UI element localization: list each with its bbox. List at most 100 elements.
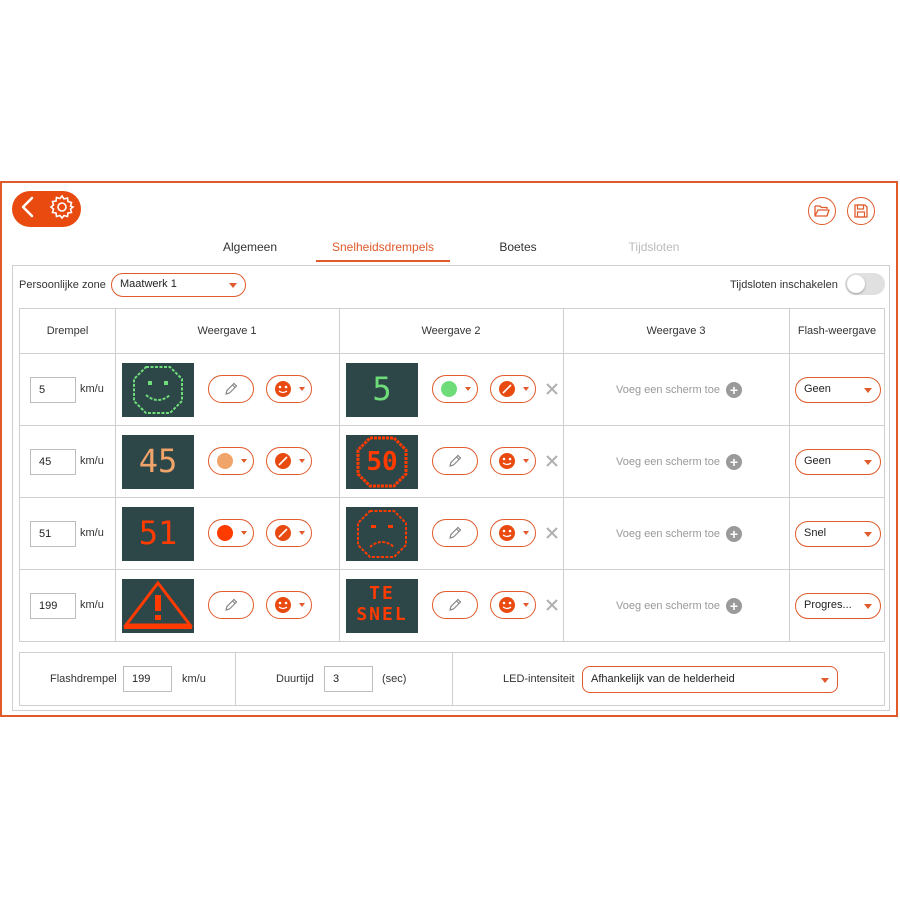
edit-pencil-icon [449, 598, 462, 611]
flash-threshold-label: Flashdrempel [50, 673, 117, 685]
warning-triangle-icon [122, 580, 194, 629]
edit-screen-button[interactable] [432, 519, 478, 547]
column-header-weergave-2: Weergave 2 [421, 325, 481, 337]
screen-text-line-1: TE [369, 583, 395, 604]
duration-label: Duurtijd [276, 673, 314, 685]
edit-pencil-icon [449, 526, 462, 539]
save-icon [854, 204, 868, 218]
timeslots-label: Tijdsloten inschakelen [730, 279, 838, 291]
open-file-button[interactable] [808, 197, 836, 225]
display-screen-text[interactable]: 5 [346, 363, 418, 417]
display-screen-smiley[interactable] [122, 363, 194, 417]
slash-icon [499, 381, 515, 397]
edit-pencil-icon [449, 454, 462, 467]
chevron-down-icon [864, 460, 872, 465]
icon-picker[interactable] [266, 591, 312, 619]
close-icon[interactable] [545, 526, 559, 540]
smiley-icon [499, 453, 515, 469]
icon-picker[interactable] [490, 447, 536, 475]
add-icon: + [725, 382, 742, 398]
column-header-weergave-3: Weergave 3 [646, 325, 706, 337]
threshold-input[interactable]: 45 [30, 449, 76, 475]
edit-screen-button[interactable] [432, 591, 478, 619]
display-screen-te-snel[interactable]: TE SNEL [346, 579, 418, 633]
icon-picker[interactable] [266, 375, 312, 403]
flash-dropdown-value: Snel [804, 527, 827, 539]
save-button[interactable] [847, 197, 875, 225]
close-icon[interactable] [545, 598, 559, 612]
led-intensity-dropdown[interactable]: Afhankelijk van de helderheid [582, 666, 838, 693]
icon-picker[interactable] [266, 447, 312, 475]
threshold-input[interactable]: 199 [30, 593, 76, 619]
flash-dropdown-value: Geen [804, 455, 831, 467]
tab-tijdsloten: Tijdsloten [628, 240, 680, 254]
close-icon[interactable] [545, 382, 559, 396]
chevron-down-icon [523, 459, 529, 463]
screen-text: 5 [372, 370, 392, 408]
icon-picker[interactable] [266, 519, 312, 547]
flash-dropdown[interactable]: Snel [795, 521, 881, 547]
tab-snelheidsdrempels[interactable]: Snelheidsdrempels [316, 238, 450, 262]
chevron-down-icon [299, 387, 305, 391]
open-folder-icon [814, 205, 830, 217]
add-screen-button[interactable]: Voeg een scherm toe + [616, 598, 742, 614]
color-picker[interactable] [208, 519, 254, 547]
smiley-icon [275, 597, 291, 613]
add-screen-button[interactable]: Voeg een scherm toe + [616, 382, 742, 398]
flash-dropdown[interactable]: Geen [795, 377, 881, 403]
color-swatch [217, 525, 233, 541]
threshold-unit: km/u [80, 599, 104, 611]
sad-face-icon [357, 510, 407, 558]
thresholds-panel: Persoonlijke zone Maatwerk 1 Tijdsloten … [12, 265, 890, 711]
tab-boetes[interactable]: Boetes [488, 238, 548, 260]
chevron-down-icon [864, 388, 872, 393]
edit-screen-button[interactable] [208, 375, 254, 403]
column-header-drempel: Drempel [46, 325, 89, 337]
tab-algemeen[interactable]: Algemeen [212, 238, 288, 260]
add-screen-button[interactable]: Voeg een scherm toe + [616, 454, 742, 470]
color-picker[interactable] [432, 375, 478, 403]
add-icon: + [725, 526, 742, 542]
display-screen-text[interactable]: 51 [122, 507, 194, 561]
zone-dropdown[interactable]: Maatwerk 1 [111, 273, 246, 297]
chevron-down-icon [241, 459, 247, 463]
icon-picker[interactable] [490, 591, 536, 619]
smiley-icon [275, 381, 291, 397]
threshold-table: Drempel Weergave 1 Weergave 2 Weergave 3… [19, 308, 885, 642]
display-screen-warning[interactable] [122, 579, 194, 633]
flash-threshold-input[interactable]: 199 [123, 666, 172, 692]
add-icon: + [725, 454, 742, 470]
duration-input[interactable]: 3 [324, 666, 373, 692]
icon-picker[interactable] [490, 519, 536, 547]
display-screen-text[interactable]: 45 [122, 435, 194, 489]
smiley-icon [499, 597, 515, 613]
flash-dropdown[interactable]: Geen [795, 449, 881, 475]
led-intensity-label: LED-intensiteit [503, 673, 575, 685]
icon-picker[interactable] [490, 375, 536, 403]
color-picker[interactable] [208, 447, 254, 475]
gear-icon[interactable] [49, 194, 75, 225]
chevron-down-icon [864, 604, 872, 609]
slash-icon [275, 453, 291, 469]
threshold-unit: km/u [80, 527, 104, 539]
threshold-input[interactable]: 5 [30, 377, 76, 403]
chevron-down-icon [299, 531, 305, 535]
add-screen-button[interactable]: Voeg een scherm toe + [616, 526, 742, 542]
display-screen-speed-sign[interactable]: 50 [346, 435, 418, 489]
edit-screen-button[interactable] [432, 447, 478, 475]
flash-threshold-unit: km/u [182, 673, 206, 685]
flash-dropdown[interactable]: Progres... [795, 593, 881, 619]
add-screen-label: Voeg een scherm toe [616, 528, 720, 540]
add-screen-label: Voeg een scherm toe [616, 456, 720, 468]
back-icon[interactable] [18, 195, 38, 224]
display-screen-sad-face[interactable] [346, 507, 418, 561]
threshold-input[interactable]: 51 [30, 521, 76, 547]
add-screen-label: Voeg een scherm toe [616, 600, 720, 612]
back-settings-pill[interactable] [12, 191, 81, 227]
close-icon[interactable] [545, 454, 559, 468]
zone-dropdown-value: Maatwerk 1 [120, 278, 177, 290]
chevron-down-icon [864, 532, 872, 537]
add-icon: + [725, 598, 742, 614]
edit-screen-button[interactable] [208, 591, 254, 619]
timeslots-toggle[interactable] [845, 273, 885, 295]
